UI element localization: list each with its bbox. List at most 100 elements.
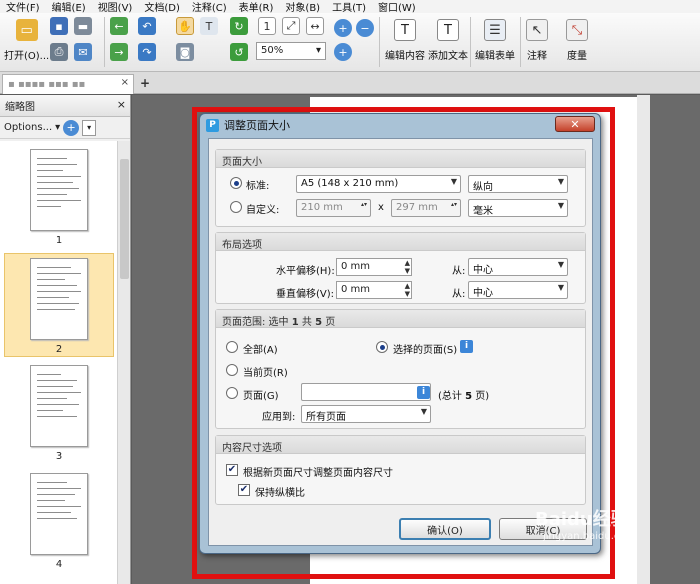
select-text-button[interactable]: T xyxy=(200,17,218,35)
edit-form-button[interactable]: ☰ 编辑表单 xyxy=(475,19,515,62)
zoom-select[interactable]: 50% ▾ xyxy=(256,42,326,60)
times-label: x xyxy=(378,202,384,213)
spinner-icon[interactable]: ▲ ▼ xyxy=(405,282,410,298)
thumbnail-page[interactable]: 1 xyxy=(4,145,114,249)
chevron-down-icon[interactable]: ▾ xyxy=(82,119,97,136)
info-icon[interactable]: i xyxy=(417,386,430,399)
page-thumbnail-image xyxy=(30,258,88,340)
menu-object[interactable]: 对象(B) xyxy=(279,0,326,14)
standard-radio[interactable] xyxy=(230,177,242,189)
chevron-down-icon: ▾ xyxy=(315,45,321,56)
info-icon[interactable]: i xyxy=(460,340,473,353)
chevron-down-icon[interactable]: ▾ xyxy=(55,122,60,133)
edit-content-button[interactable]: T 编辑内容 xyxy=(385,19,425,62)
resize-content-label: 根据新页面尺寸调整页面内容尺寸 xyxy=(243,468,393,479)
custom-height-input[interactable]: 297 mm ▴▾ xyxy=(391,199,461,217)
undo-button[interactable]: ↶ xyxy=(138,17,156,35)
email-button[interactable]: ✉ xyxy=(74,43,92,61)
menu-file[interactable]: 文件(F) xyxy=(0,0,46,14)
chevron-down-icon: ▼ xyxy=(450,177,457,186)
zoom-in-icon[interactable]: + xyxy=(63,119,80,136)
h-offset-input[interactable]: 0 mm ▲ ▼ xyxy=(336,258,412,276)
add-text-button[interactable]: T 添加文本 xyxy=(428,19,468,62)
thumbnail-page[interactable]: 3 xyxy=(4,361,114,465)
redo-button[interactable]: ↷ xyxy=(138,43,156,61)
hand-tool-button[interactable]: ✋ xyxy=(176,17,194,35)
forward-button[interactable]: → xyxy=(110,43,128,61)
dialog-titlebar: P 调整页面大小 xyxy=(200,114,600,136)
page-number: 4 xyxy=(55,559,63,570)
measure-button[interactable]: ⤡ 度量 xyxy=(566,19,588,62)
zoom-out-icon: − xyxy=(356,19,374,37)
chevron-down-icon: ▼ xyxy=(557,201,564,210)
thumbnail-page[interactable]: 4 xyxy=(4,469,114,573)
document-tab[interactable]: ▪ ▪▪▪▪ ▪▪▪ ▪▪ × xyxy=(2,74,134,94)
total-count: 5 xyxy=(315,317,323,328)
save-button[interactable]: ▪ xyxy=(50,17,68,35)
resize-page-dialog: P 调整页面大小 ✕ 页面大小 标准: A5 (148 x 210 mm) ▼ 纵… xyxy=(199,113,601,554)
menu-view[interactable]: 视图(V) xyxy=(92,0,139,14)
add-tab-icon[interactable]: + xyxy=(140,76,150,90)
close-icon[interactable]: × xyxy=(117,98,126,111)
thumbnail-scrollbar[interactable] xyxy=(117,141,130,584)
spinner-icon[interactable]: ▲ ▼ xyxy=(405,259,410,275)
pages-radio[interactable] xyxy=(226,387,238,399)
all-pages-radio[interactable] xyxy=(226,341,238,353)
pages-range-input[interactable] xyxy=(301,383,431,401)
menu-edit[interactable]: 编辑(E) xyxy=(46,0,92,14)
chevron-down-icon: ▼ xyxy=(420,407,427,416)
page-number: 1 xyxy=(55,235,63,246)
scrollbar-thumb[interactable] xyxy=(120,159,129,279)
standard-size-select[interactable]: A5 (148 x 210 mm) ▼ xyxy=(296,175,461,193)
toolbar-separator xyxy=(379,17,380,67)
page-range-group: 页面范围: 选中 1 共 5 页 全部(A) 选择的页面(S) i 当前页(R)… xyxy=(215,309,586,429)
resize-content-checkbox[interactable]: ✔ xyxy=(226,464,238,476)
spinner-icon: ▴▾ xyxy=(360,201,367,208)
open-button[interactable]: ▭ 打开(O)... xyxy=(4,19,49,62)
v-offset-label: 垂直偏移(V): xyxy=(276,289,335,300)
close-icon[interactable]: × xyxy=(121,77,129,88)
menu-window[interactable]: 窗口(W) xyxy=(372,0,422,14)
keep-ratio-checkbox[interactable]: ✔ xyxy=(238,484,250,496)
pages-total-label: (总计 5 页) xyxy=(438,387,489,402)
apply-to-select[interactable]: 所有页面 ▼ xyxy=(301,405,431,423)
page-size-heading: 页面大小 xyxy=(216,150,585,168)
menu-document[interactable]: 文档(D) xyxy=(138,0,186,14)
orientation-select[interactable]: 纵向 ▼ xyxy=(468,175,568,193)
current-page-radio[interactable] xyxy=(226,364,238,376)
chevron-down-icon: ▼ xyxy=(557,260,564,269)
v-offset-input[interactable]: 0 mm ▲ ▼ xyxy=(336,281,412,299)
workspace-scrollbar[interactable] xyxy=(637,95,650,584)
menu-tools[interactable]: 工具(T) xyxy=(326,0,372,14)
rotate-cw-button[interactable]: ↻ xyxy=(230,17,248,35)
zoom-in-button[interactable]: + xyxy=(334,19,352,37)
fit-page-button[interactable]: ⤢ xyxy=(282,17,300,35)
comment-button[interactable]: ↖ 注释 xyxy=(526,19,548,62)
selected-pages-radio[interactable] xyxy=(376,341,388,353)
selected-pages-label: 选择的页面(S) xyxy=(393,345,458,356)
print-button[interactable]: ⎙ xyxy=(50,43,68,61)
rotate-ccw-button[interactable]: ↺ xyxy=(230,43,248,61)
unit-select[interactable]: 毫米 ▼ xyxy=(468,199,568,217)
custom-height-value: 297 mm xyxy=(396,202,438,213)
menu-form[interactable]: 表单(R) xyxy=(233,0,280,14)
menu-comment[interactable]: 注释(C) xyxy=(186,0,233,14)
scan-button[interactable]: ▬ xyxy=(74,17,92,35)
thumbnail-page[interactable]: 2 xyxy=(4,253,114,357)
options-menu[interactable]: Options... xyxy=(4,122,52,133)
custom-radio[interactable] xyxy=(230,201,242,213)
zoom-button[interactable]: + xyxy=(334,43,352,61)
ok-button[interactable]: 确认(O) xyxy=(399,518,491,540)
custom-width-input[interactable]: 210 mm ▴▾ xyxy=(296,199,371,217)
actual-size-button[interactable]: 1 xyxy=(258,17,276,35)
v-offset-value: 0 mm xyxy=(341,284,371,295)
back-button[interactable]: ← xyxy=(110,17,128,35)
h-from-select[interactable]: 中心 ▼ xyxy=(468,258,568,276)
v-from-select[interactable]: 中心 ▼ xyxy=(468,281,568,299)
thumbnail-panel: 缩略图 × Options... ▾ + ▾ 1 2 3 4 xyxy=(0,95,131,584)
fit-width-button[interactable]: ↔ xyxy=(306,17,324,35)
keep-ratio-label: 保持纵横比 xyxy=(255,488,305,499)
dialog-close-button[interactable]: ✕ xyxy=(555,116,595,132)
snapshot-button[interactable]: ◙ xyxy=(176,43,194,61)
zoom-out-button[interactable]: − xyxy=(356,19,374,37)
